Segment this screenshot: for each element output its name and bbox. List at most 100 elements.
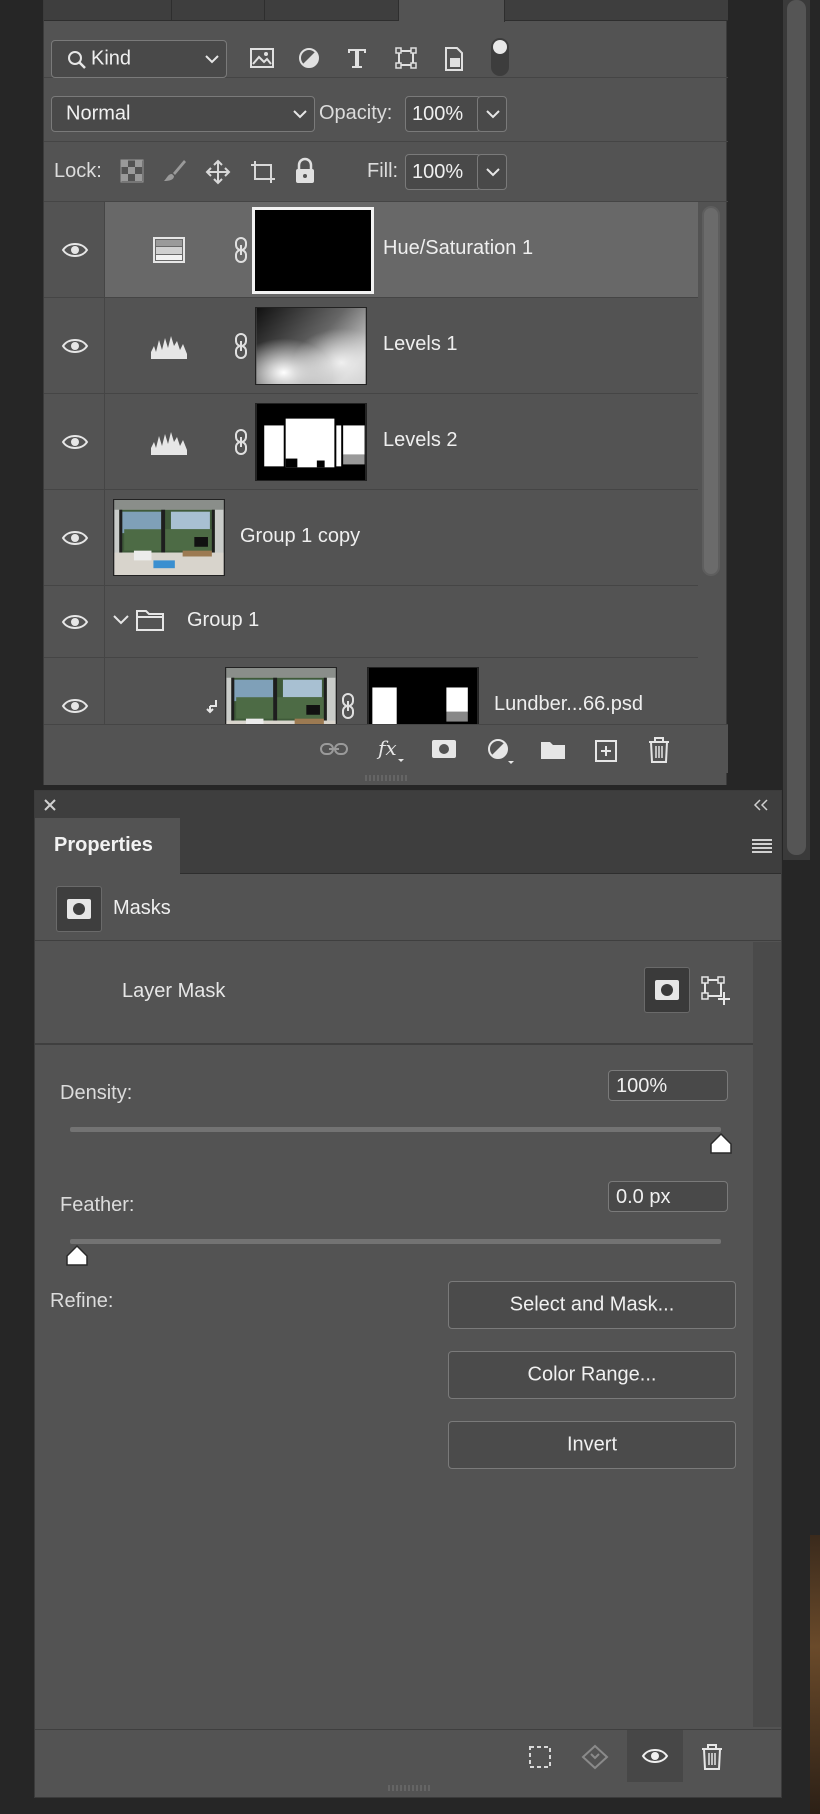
- filter-toggle-switch[interactable]: [491, 38, 509, 76]
- panel-resize-grip[interactable]: [387, 1785, 431, 1791]
- eye-icon[interactable]: [61, 337, 89, 355]
- mask-link-icon[interactable]: [233, 332, 249, 360]
- new-group-folder-icon[interactable]: [539, 739, 567, 761]
- color-range-label: Color Range...: [527, 1363, 657, 1386]
- panel-menu-icon[interactable]: [751, 838, 773, 854]
- layer-mask-thumbnail[interactable]: [252, 207, 374, 294]
- visibility-toggle[interactable]: [44, 490, 105, 585]
- layer-mask-thumbnail[interactable]: [255, 403, 367, 481]
- visibility-toggle[interactable]: [44, 586, 105, 657]
- opacity-input[interactable]: 100%: [405, 96, 481, 132]
- visibility-toggle[interactable]: [44, 298, 105, 393]
- layer-image-thumbnail[interactable]: [225, 667, 337, 724]
- disable-enable-mask-eye-icon[interactable]: [641, 1747, 669, 1765]
- lock-transparent-pixels-icon[interactable]: [120, 159, 144, 183]
- load-selection-from-mask-icon[interactable]: [528, 1745, 552, 1769]
- lock-position-icon[interactable]: [204, 158, 232, 186]
- kind-filter-label: Kind: [91, 47, 132, 70]
- layer-image-thumbnail[interactable]: [113, 499, 225, 576]
- close-icon[interactable]: [44, 799, 56, 811]
- layer-mask-thumbnail[interactable]: [367, 667, 479, 724]
- density-input[interactable]: 100%: [608, 1070, 728, 1101]
- blend-mode-select[interactable]: Normal: [51, 96, 315, 132]
- panel-tab[interactable]: [265, 0, 399, 21]
- select-and-mask-label: Select and Mask...: [509, 1293, 675, 1316]
- layer-row-hue-saturation-1[interactable]: Hue/Saturation 1: [44, 202, 698, 298]
- layer-style-fx-icon[interactable]: fx: [376, 735, 406, 763]
- tab-layers[interactable]: [399, 0, 505, 22]
- link-layers-icon[interactable]: [319, 741, 349, 757]
- visibility-toggle[interactable]: [44, 658, 105, 724]
- blend-mode-value: Normal: [66, 102, 131, 125]
- new-layer-icon[interactable]: [593, 738, 619, 764]
- panel-resize-grip[interactable]: [364, 775, 408, 781]
- properties-titlebar: [35, 791, 781, 818]
- levels-adjustment-icon: [151, 432, 187, 455]
- color-range-button[interactable]: Color Range...: [448, 1351, 736, 1399]
- kind-filter-select[interactable]: Kind: [51, 40, 227, 78]
- select-and-mask-button[interactable]: Select and Mask...: [448, 1281, 736, 1329]
- lock-all-icon[interactable]: [294, 157, 316, 185]
- add-layer-mask-icon[interactable]: [431, 739, 457, 759]
- mask-link-icon[interactable]: [340, 692, 356, 720]
- visibility-toggle[interactable]: [44, 202, 105, 297]
- delete-layer-trash-icon[interactable]: [647, 737, 671, 763]
- layer-mask-icon: [67, 899, 91, 919]
- eye-icon[interactable]: [61, 241, 89, 259]
- eye-icon[interactable]: [61, 433, 89, 451]
- layer-list-scroll-thumb[interactable]: [704, 208, 718, 574]
- mask-link-icon[interactable]: [233, 428, 249, 456]
- group-expand-chevron-icon[interactable]: [112, 614, 130, 626]
- feather-slider-handle[interactable]: [65, 1244, 89, 1268]
- search-icon: [68, 51, 86, 69]
- panel-tab[interactable]: [172, 0, 265, 21]
- lock-artboard-icon[interactable]: [248, 158, 276, 186]
- layer-name: Group 1 copy: [240, 525, 361, 547]
- type-layer-filter-icon[interactable]: [346, 46, 368, 70]
- refine-label: Refine:: [50, 1290, 114, 1312]
- visibility-toggle[interactable]: [44, 394, 105, 489]
- adjustment-layer-filter-icon[interactable]: [297, 46, 321, 70]
- shape-layer-filter-icon[interactable]: [394, 46, 418, 70]
- layer-row-lundber-psd[interactable]: Lundber...66.psd: [44, 658, 698, 724]
- lock-image-pixels-icon[interactable]: [162, 158, 188, 184]
- invert-label: Invert: [566, 1433, 618, 1456]
- apply-mask-icon[interactable]: [581, 1744, 609, 1770]
- chevron-down-icon: [486, 168, 500, 177]
- properties-tabbar: Properties: [35, 818, 781, 875]
- panel-tab[interactable]: [44, 0, 172, 21]
- eye-icon[interactable]: [61, 529, 89, 547]
- eye-icon[interactable]: [61, 697, 89, 715]
- layer-row-group-1[interactable]: Group 1: [44, 586, 698, 658]
- new-adjustment-layer-icon[interactable]: [486, 737, 516, 765]
- density-slider-track[interactable]: [70, 1127, 721, 1132]
- vector-mask-button-icon[interactable]: [701, 976, 731, 1006]
- eye-icon[interactable]: [61, 613, 89, 631]
- layer-mask-thumbnail[interactable]: [255, 307, 367, 385]
- feather-input[interactable]: 0.0 px: [608, 1181, 728, 1212]
- layer-mask-icon: [655, 980, 679, 1000]
- fill-slider-toggle[interactable]: [477, 154, 507, 190]
- collapse-panel-icon[interactable]: [753, 799, 769, 811]
- fill-input[interactable]: 100%: [405, 154, 481, 190]
- density-slider-handle[interactable]: [709, 1132, 733, 1156]
- properties-scrollbar[interactable]: [753, 942, 781, 1727]
- pixel-mask-button[interactable]: [644, 967, 690, 1013]
- layer-row-levels-2[interactable]: Levels 2: [44, 394, 698, 490]
- layer-row-group-1-copy[interactable]: Group 1 copy: [44, 490, 698, 586]
- layer-row-levels-1[interactable]: Levels 1: [44, 298, 698, 394]
- fill-value: 100%: [412, 161, 464, 183]
- lock-label: Lock:: [54, 160, 102, 182]
- panel-tab-strip: [44, 0, 728, 22]
- opacity-slider-toggle[interactable]: [477, 96, 507, 132]
- mask-link-icon[interactable]: [233, 236, 249, 264]
- feather-slider-track[interactable]: [70, 1239, 721, 1244]
- app-scroll-thumb[interactable]: [787, 0, 806, 855]
- layer-name: Lundber...66.psd: [494, 693, 644, 715]
- delete-mask-trash-icon[interactable]: [700, 1744, 724, 1770]
- tab-properties[interactable]: Properties: [35, 818, 180, 875]
- smart-object-filter-icon[interactable]: [443, 46, 465, 72]
- invert-button[interactable]: Invert: [448, 1421, 736, 1469]
- pixel-layer-filter-icon[interactable]: [249, 47, 275, 69]
- layer-filter-row: Kind: [44, 22, 728, 78]
